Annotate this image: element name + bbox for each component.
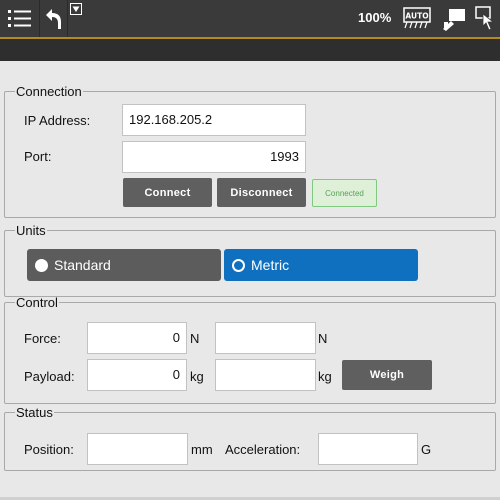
connect-button[interactable]: Connect: [123, 178, 212, 207]
force-secondary-unit: N: [318, 331, 328, 346]
payload-input[interactable]: 0: [87, 359, 187, 391]
payload-secondary-input[interactable]: [215, 359, 316, 391]
header-band: [0, 39, 500, 61]
radio-unselected-icon: [35, 258, 48, 272]
position-label: Position:: [24, 442, 74, 457]
port-input[interactable]: 1993: [122, 141, 306, 173]
auto-mode-icon[interactable]: AUTO: [403, 7, 431, 34]
acceleration-label: Acceleration:: [225, 442, 301, 457]
hamburger-list-icon: [7, 9, 31, 27]
back-button[interactable]: [40, 0, 68, 37]
position-unit: mm: [191, 442, 213, 457]
ip-address-input[interactable]: 192.168.205.2: [122, 104, 306, 136]
pointer-button[interactable]: [472, 0, 500, 37]
standard-label: Standard: [54, 257, 111, 273]
force-input[interactable]: 0: [87, 322, 187, 354]
position-output: [87, 433, 188, 465]
port-label: Port:: [24, 149, 52, 164]
connection-status-badge: Connected: [312, 179, 377, 207]
force-unit: N: [190, 331, 200, 346]
back-arrow-icon: [45, 8, 61, 29]
menu-button[interactable]: [0, 0, 40, 37]
units-legend: Units: [16, 223, 46, 238]
radio-selected-icon: [232, 258, 245, 272]
auto-label: AUTO: [405, 12, 428, 21]
standard-radio-button[interactable]: Standard: [27, 249, 221, 281]
acceleration-unit: G: [421, 442, 432, 457]
metric-label: Metric: [251, 257, 290, 273]
force-secondary-input[interactable]: [215, 322, 316, 354]
hand-pointer-icon: [475, 5, 495, 31]
top-toolbar: 100% AUTO: [0, 0, 500, 37]
triangle-down-icon: [70, 3, 82, 15]
acceleration-output: [318, 433, 418, 465]
payload-label: Payload:: [24, 369, 75, 384]
status-legend: Status: [16, 405, 53, 420]
teach-pendant-button[interactable]: [438, 0, 470, 37]
weigh-button[interactable]: Weigh: [342, 360, 432, 390]
control-legend: Control: [16, 295, 58, 310]
payload-secondary-unit: kg: [318, 369, 332, 384]
dropdown-button[interactable]: [68, 0, 84, 37]
teach-pendant-icon: [443, 8, 465, 31]
status-group: Status: [4, 405, 496, 471]
ip-address-label: IP Address:: [24, 113, 91, 128]
metric-radio-button[interactable]: Metric: [224, 249, 418, 281]
disconnect-button[interactable]: Disconnect: [217, 178, 306, 207]
connection-legend: Connection: [16, 84, 82, 99]
zoom-level: 100%: [358, 10, 392, 25]
payload-unit: kg: [190, 369, 204, 384]
force-label: Force:: [24, 331, 61, 346]
